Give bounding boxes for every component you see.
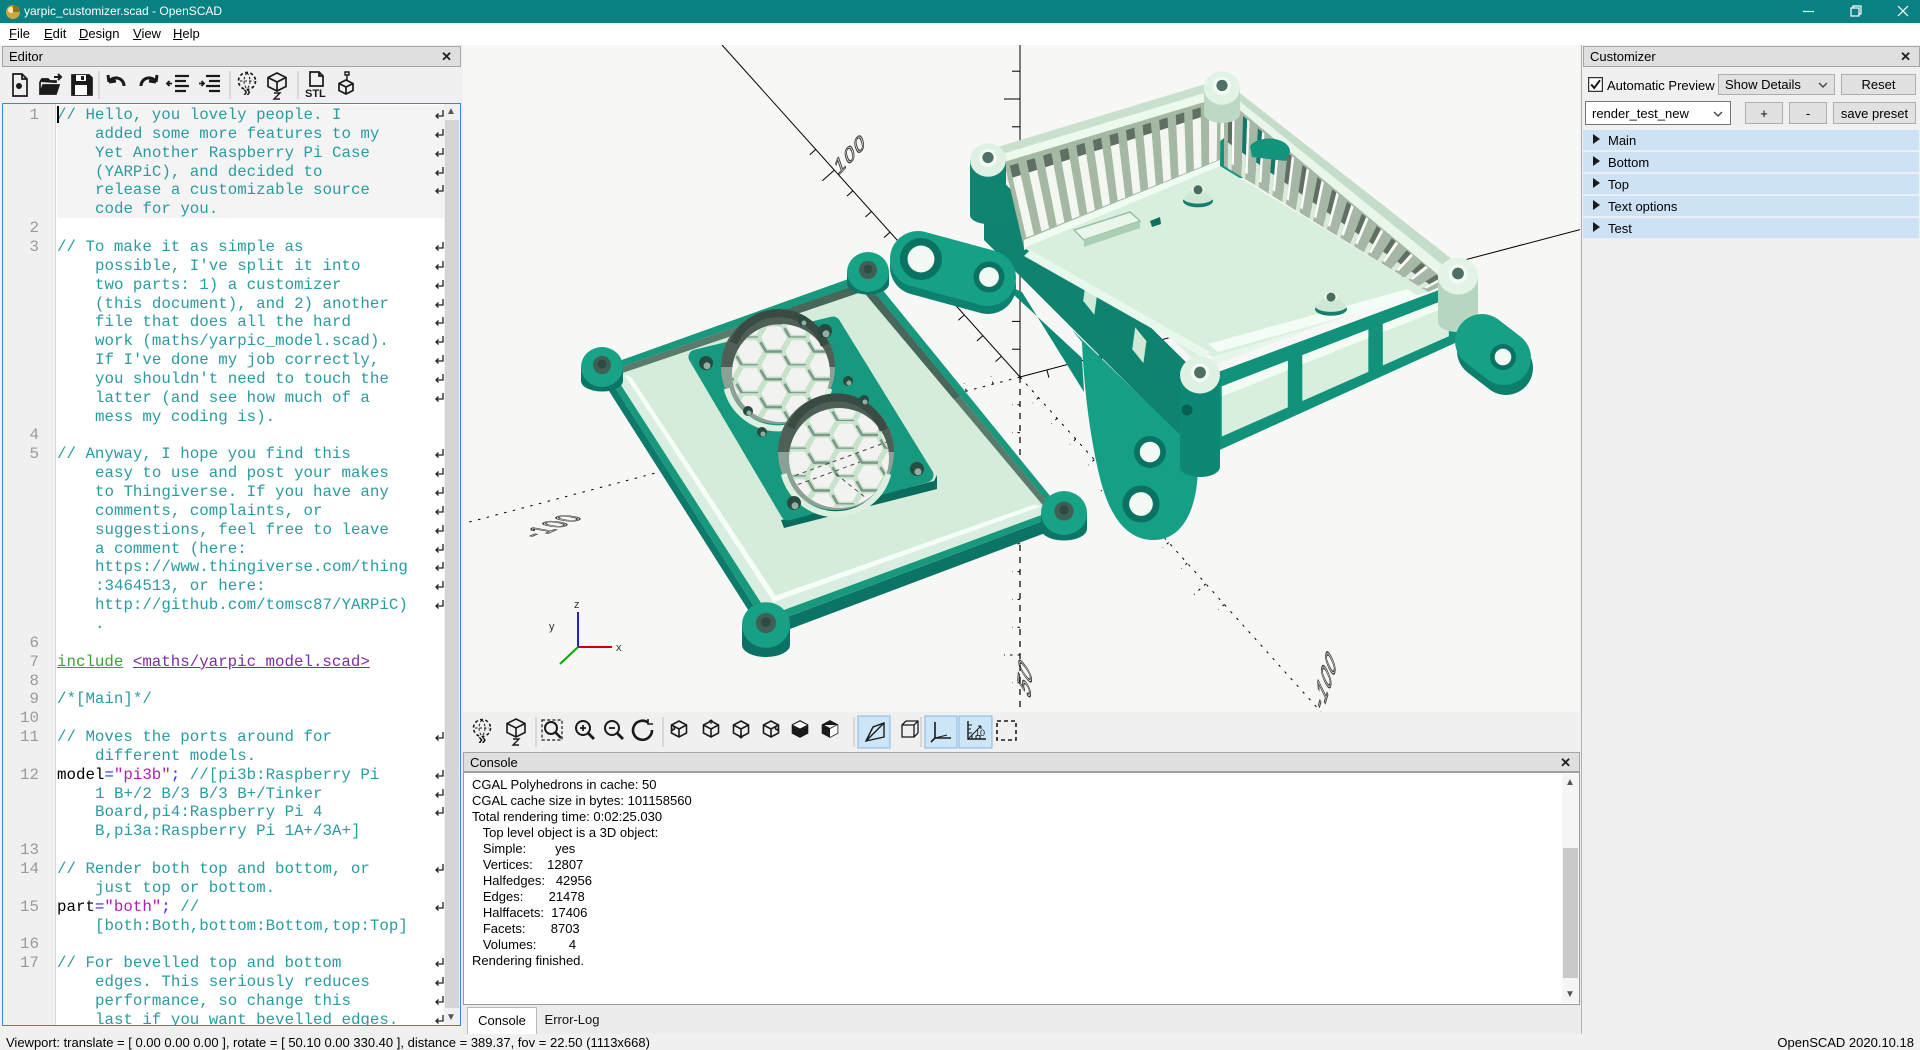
svg-text:-100: -100 xyxy=(1311,642,1340,712)
svg-text:50: 50 xyxy=(1014,649,1036,705)
svg-text:100: 100 xyxy=(832,128,868,180)
svg-text:»: » xyxy=(478,731,486,748)
svg-text:-100: -100 xyxy=(511,512,592,539)
svg-text:x: x xyxy=(616,642,622,654)
svg-text:10: 10 xyxy=(975,728,985,738)
svg-text:z: z xyxy=(574,599,580,611)
svg-text:»: » xyxy=(243,83,251,99)
svg-text:STL: STL xyxy=(305,88,326,100)
svg-text:y: y xyxy=(549,621,555,633)
